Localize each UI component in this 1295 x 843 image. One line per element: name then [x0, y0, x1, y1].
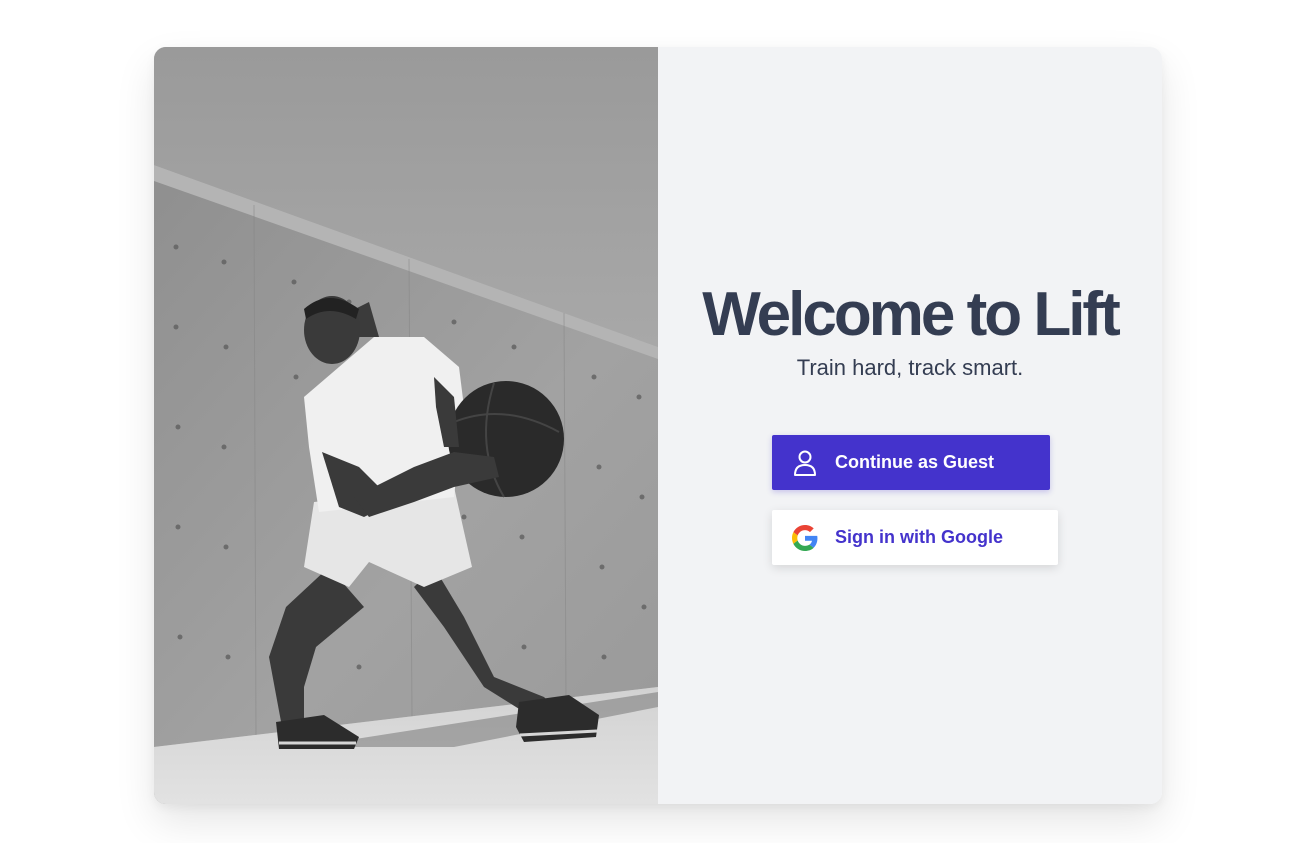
user-icon: [791, 449, 819, 477]
welcome-panel: Welcome to Lift Train hard, track smart.…: [658, 47, 1162, 804]
continue-as-guest-button[interactable]: Continue as Guest: [772, 435, 1050, 490]
athlete-photo: [154, 47, 658, 804]
welcome-card: Welcome to Lift Train hard, track smart.…: [154, 47, 1162, 804]
welcome-title: Welcome to Lift: [702, 280, 1120, 349]
guest-button-label: Continue as Guest: [835, 452, 995, 472]
welcome-subtitle: Train hard, track smart.: [796, 355, 1024, 380]
sign-in-with-google-button[interactable]: Sign in with Google: [772, 510, 1058, 565]
google-logo-icon: [791, 524, 819, 552]
google-button-label: Sign in with Google: [835, 527, 1003, 547]
